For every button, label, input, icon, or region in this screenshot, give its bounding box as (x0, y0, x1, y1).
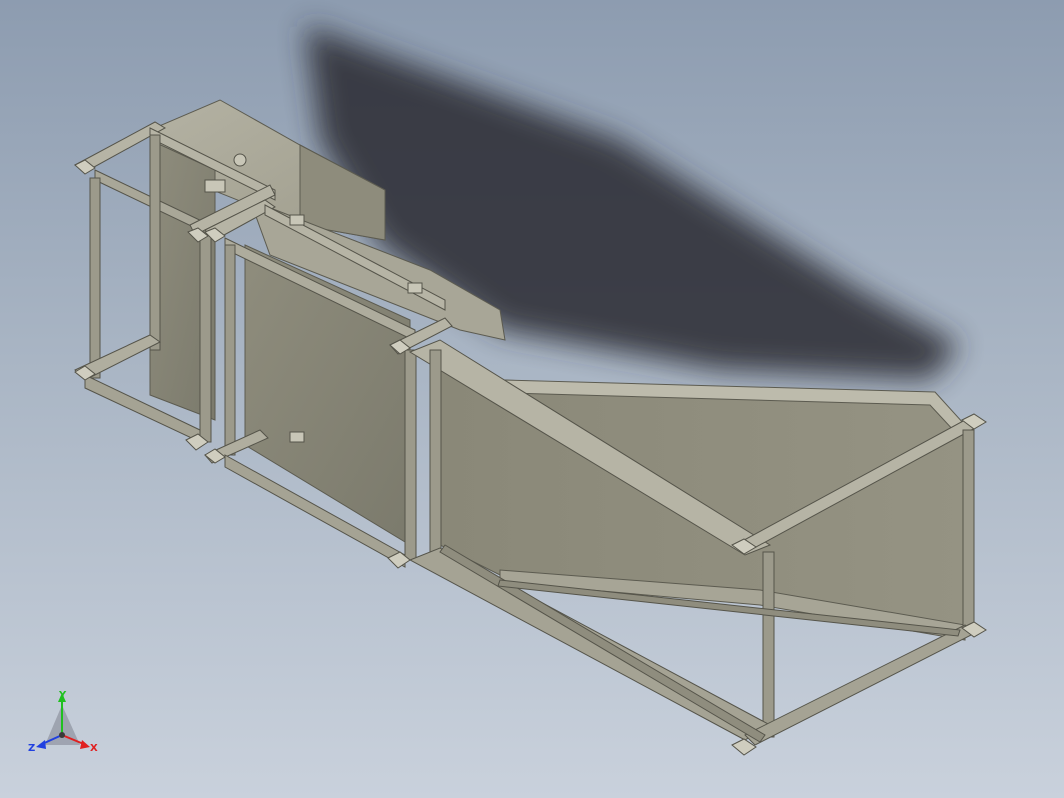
triad-z-arrow-icon (36, 740, 46, 749)
triad-x-label: X (90, 743, 98, 754)
model-canvas[interactable]: Y X Z (0, 0, 1064, 798)
triad-z-label: Z (28, 743, 35, 754)
triad-y-label: Y (58, 690, 67, 701)
triad-x-arrow-icon (80, 740, 90, 749)
view-triad[interactable]: Y X Z (28, 690, 98, 754)
triad-origin (59, 732, 65, 738)
3d-viewport[interactable]: Y X Z (0, 0, 1064, 798)
